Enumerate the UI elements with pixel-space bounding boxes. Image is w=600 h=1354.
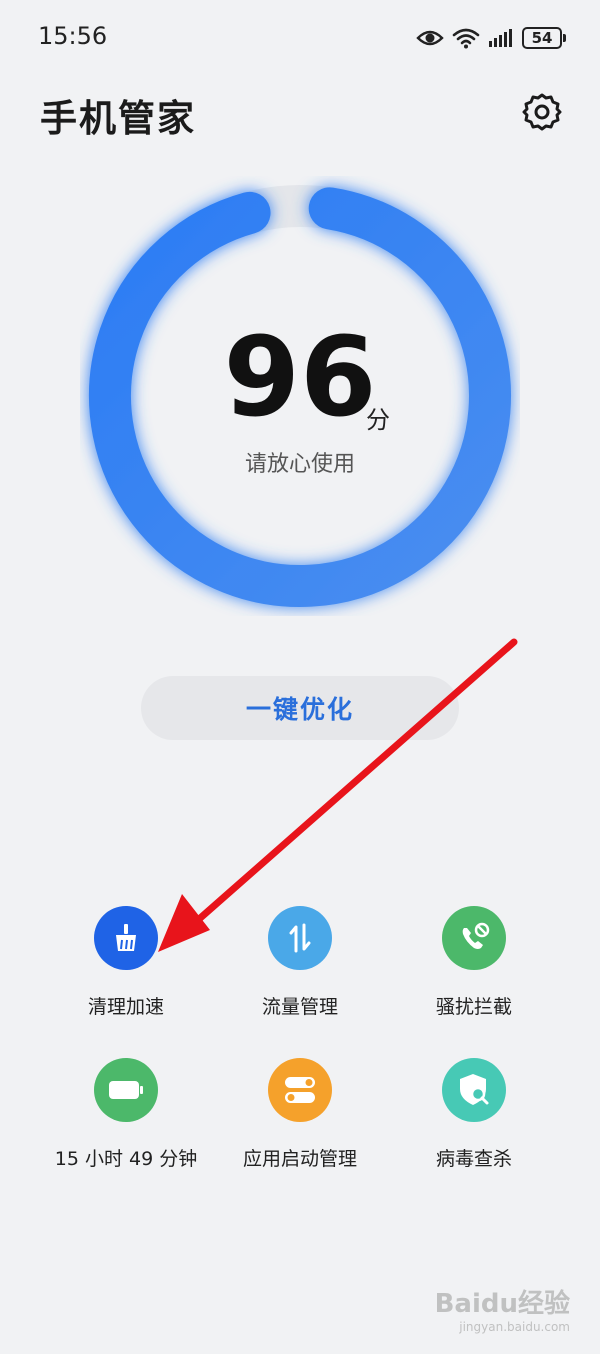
watermark-url: jingyan.baidu.com xyxy=(459,1320,570,1334)
annotation-arrow xyxy=(158,638,518,952)
watermark: Baidu经验 jingyan.baidu.com xyxy=(435,1283,570,1334)
watermark-brand: Baidu经验 xyxy=(434,1289,570,1319)
